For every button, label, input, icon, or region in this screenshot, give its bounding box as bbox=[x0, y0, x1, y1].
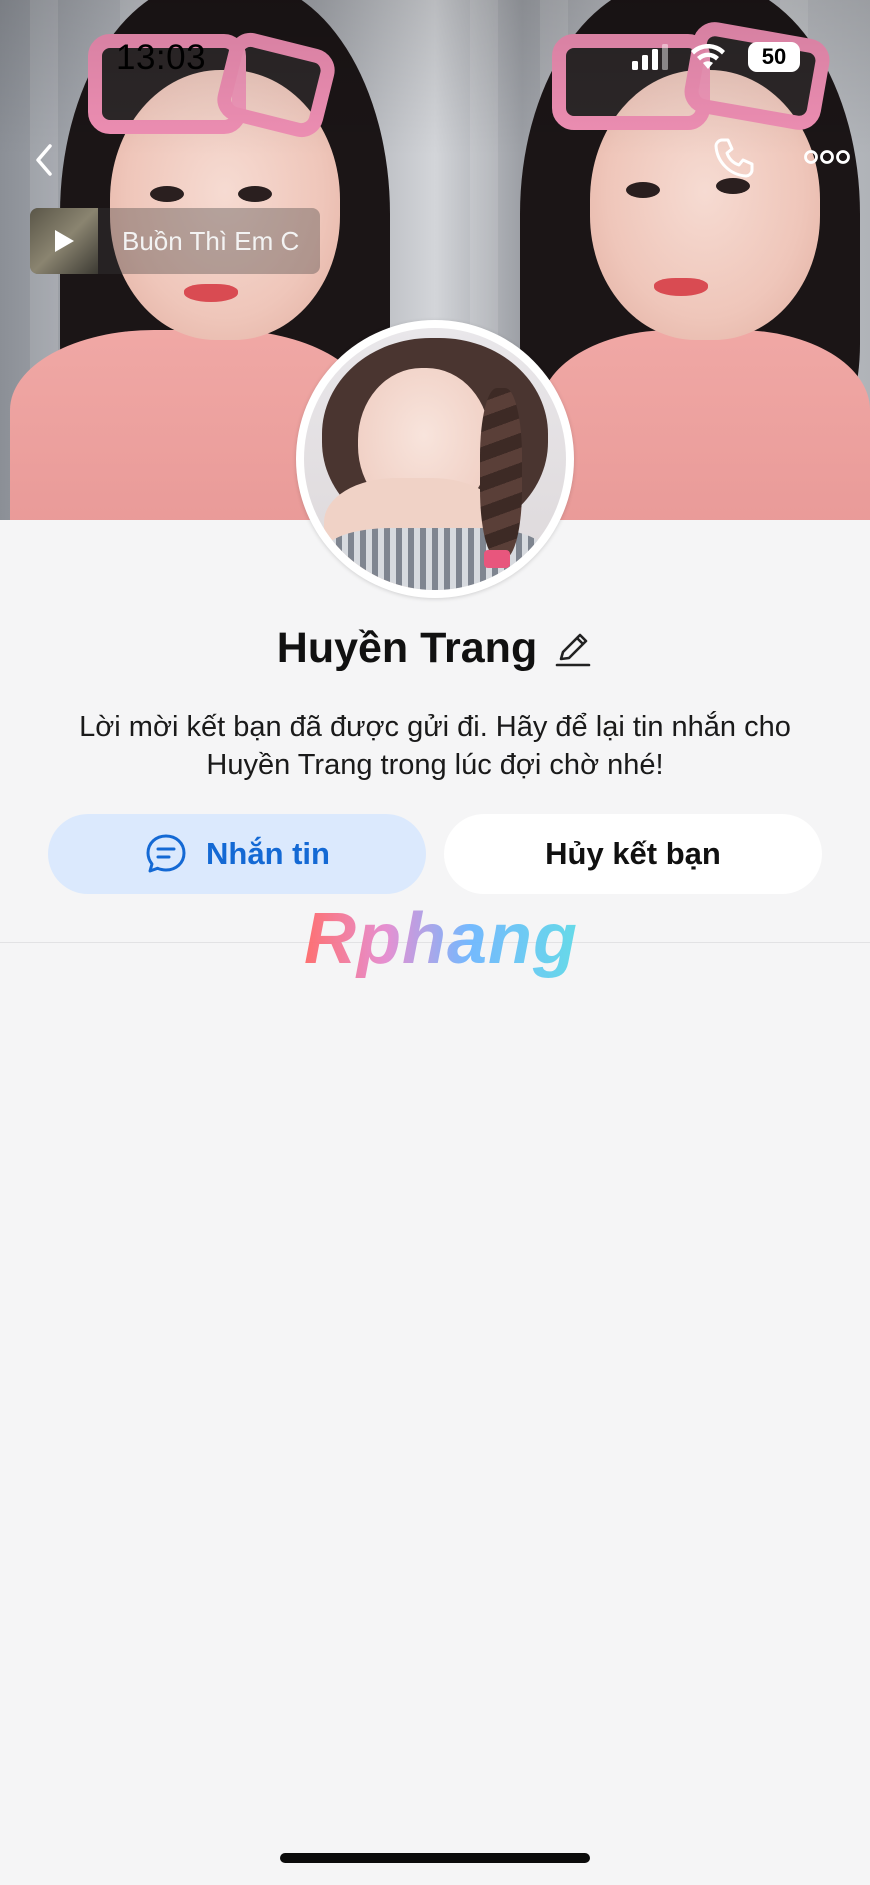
chevron-left-icon[interactable] bbox=[28, 140, 64, 180]
avatar-image bbox=[304, 328, 566, 590]
music-thumbnail bbox=[30, 208, 98, 274]
friend-request-message: Lời mời kết bạn đã được gửi đi. Hãy để l… bbox=[79, 711, 791, 781]
avatar-figure bbox=[480, 388, 522, 558]
profile-music-chip[interactable]: Buồn Thì Em C bbox=[30, 208, 320, 274]
message-button-label: Nhắn tin bbox=[206, 836, 330, 871]
cancel-friend-request-label: Hủy kết bạn bbox=[545, 836, 721, 871]
home-indicator[interactable] bbox=[280, 1853, 590, 1863]
battery-indicator: 50 bbox=[748, 42, 800, 72]
message-button[interactable]: Nhắn tin bbox=[48, 814, 426, 894]
play-icon bbox=[55, 230, 74, 252]
more-icon[interactable] bbox=[804, 148, 850, 166]
avatar[interactable] bbox=[296, 320, 574, 598]
status-icons: 50 bbox=[632, 42, 800, 72]
phone-icon[interactable] bbox=[712, 136, 756, 180]
signal-icon bbox=[632, 44, 668, 70]
watermark: Rphang bbox=[304, 899, 578, 979]
avatar-figure bbox=[484, 550, 510, 568]
wifi-icon bbox=[691, 44, 725, 69]
chat-bubble-icon bbox=[146, 834, 186, 873]
pencil-icon[interactable] bbox=[553, 629, 593, 669]
status-time: 13:03 bbox=[116, 38, 207, 77]
music-title: Buồn Thì Em C bbox=[122, 225, 300, 256]
profile-screen: 13:03 50 Buồn Thì Em C Huyền Trang Lời m… bbox=[0, 0, 870, 1885]
profile-name: Huyền Trang bbox=[276, 624, 538, 672]
profile-name-row: Huyền Trang bbox=[0, 624, 870, 673]
cancel-friend-request-button[interactable]: Hủy kết bạn bbox=[444, 814, 822, 894]
